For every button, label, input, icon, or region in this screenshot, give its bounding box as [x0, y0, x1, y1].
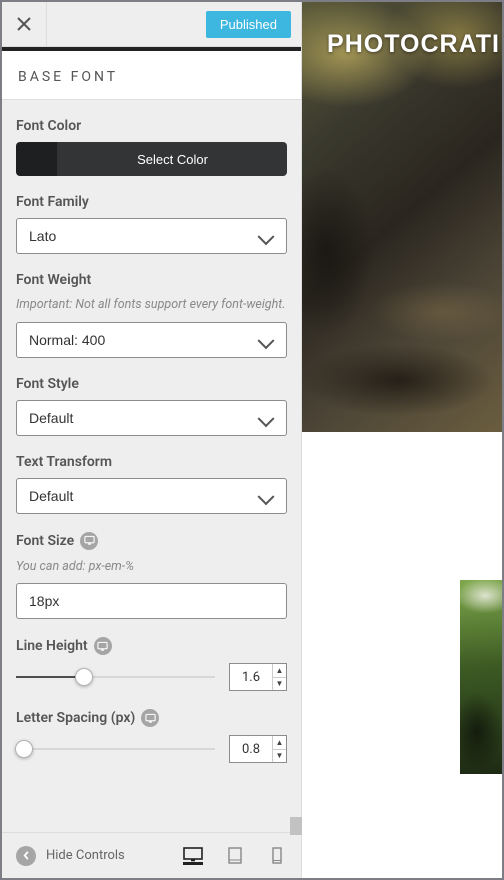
font-family-select[interactable]: Lato — [16, 218, 287, 254]
font-style-select-wrap: Default — [16, 400, 287, 436]
line-height-label: Line Height — [16, 637, 112, 655]
close-button[interactable] — [2, 2, 47, 47]
font-weight-select-wrap: Normal: 400 — [16, 322, 287, 358]
scrollbar-thumb[interactable] — [290, 817, 302, 835]
font-size-label-text: Font Size — [16, 533, 74, 549]
control-font-color: Font Color Select Color — [2, 100, 301, 176]
control-font-family: Font Family Lato — [2, 176, 301, 254]
font-size-input[interactable] — [16, 583, 287, 619]
device-switcher — [183, 847, 287, 865]
step-up[interactable]: ▲ — [273, 664, 286, 678]
font-style-select[interactable]: Default — [16, 400, 287, 436]
letter-spacing-label: Letter Spacing (px) — [16, 709, 159, 727]
slider-track — [16, 748, 215, 750]
slider-fill — [16, 676, 84, 678]
brand-logo-text: PHOTOCRATI — [327, 30, 500, 59]
font-weight-note: Important: Not all fonts support every f… — [16, 296, 287, 314]
preview-pane: PHOTOCRATI — [302, 2, 502, 878]
font-family-label: Font Family — [16, 194, 89, 210]
device-mobile-button[interactable] — [267, 847, 287, 865]
step-down[interactable]: ▼ — [273, 678, 286, 691]
letter-spacing-slider[interactable] — [16, 739, 215, 759]
control-letter-spacing: Letter Spacing (px) 0.8 ▲▼ — [2, 691, 301, 763]
app-root: Published BASE FONT Font Color Select Co… — [0, 0, 504, 880]
control-text-transform: Text Transform Default — [2, 436, 301, 514]
select-color-label: Select Color — [58, 142, 287, 176]
line-height-row: 1.6 ▲▼ — [16, 663, 287, 691]
line-height-number[interactable]: 1.6 ▲▼ — [229, 663, 287, 691]
sidebar-header: Published — [2, 2, 301, 47]
close-icon — [17, 17, 31, 31]
control-line-height: Line Height 1.6 ▲▼ — [2, 619, 301, 691]
select-color-button[interactable]: Select Color — [16, 142, 287, 176]
chevron-left-icon — [16, 846, 36, 866]
tablet-icon — [228, 847, 242, 864]
publish-button[interactable]: Published — [206, 11, 291, 38]
letter-spacing-label-text: Letter Spacing (px) — [16, 710, 135, 726]
letter-spacing-value: 0.8 — [230, 742, 272, 757]
control-font-size: Font Size You can add: px-em-% — [2, 514, 301, 620]
letter-spacing-number[interactable]: 0.8 ▲▼ — [229, 735, 287, 763]
hide-controls-label: Hide Controls — [46, 848, 125, 863]
slider-thumb[interactable] — [15, 740, 33, 758]
letter-spacing-row: 0.8 ▲▼ — [16, 735, 287, 763]
font-style-label: Font Style — [16, 376, 79, 392]
hide-controls-button[interactable]: Hide Controls — [16, 846, 125, 866]
section-title: BASE FONT — [2, 47, 301, 100]
step-up[interactable]: ▲ — [273, 736, 286, 750]
monitor-icon[interactable] — [94, 637, 112, 655]
control-font-weight: Font Weight Important: Not all fonts sup… — [2, 254, 301, 358]
preview-body — [302, 432, 502, 878]
font-color-label: Font Color — [16, 118, 81, 134]
control-font-style: Font Style Default — [2, 358, 301, 436]
controls-scroll-area[interactable]: Font Color Select Color Font Family Lato… — [2, 100, 301, 832]
mobile-icon — [272, 847, 282, 864]
number-stepper[interactable]: ▲▼ — [272, 736, 286, 762]
font-weight-select[interactable]: Normal: 400 — [16, 322, 287, 358]
number-stepper[interactable]: ▲▼ — [272, 664, 286, 690]
preview-thumbnail — [460, 580, 502, 774]
desktop-icon — [183, 847, 203, 862]
monitor-icon[interactable] — [141, 709, 159, 727]
text-transform-select[interactable]: Default — [16, 478, 287, 514]
text-transform-label: Text Transform — [16, 454, 112, 470]
font-size-label: Font Size — [16, 532, 98, 550]
monitor-icon[interactable] — [80, 532, 98, 550]
step-down[interactable]: ▼ — [273, 750, 286, 763]
font-family-select-wrap: Lato — [16, 218, 287, 254]
font-weight-label: Font Weight — [16, 272, 91, 288]
line-height-slider[interactable] — [16, 667, 215, 687]
sidebar-footer: Hide Controls — [2, 832, 301, 878]
device-desktop-button[interactable] — [183, 847, 203, 865]
customizer-sidebar: Published BASE FONT Font Color Select Co… — [2, 2, 302, 878]
slider-thumb[interactable] — [75, 668, 93, 686]
text-transform-select-wrap: Default — [16, 478, 287, 514]
color-swatch — [16, 142, 58, 176]
hero-image: PHOTOCRATI — [302, 2, 502, 432]
font-size-hint: You can add: px-em-% — [16, 558, 287, 576]
device-tablet-button[interactable] — [225, 847, 245, 865]
line-height-label-text: Line Height — [16, 638, 88, 654]
line-height-value: 1.6 — [230, 670, 272, 685]
